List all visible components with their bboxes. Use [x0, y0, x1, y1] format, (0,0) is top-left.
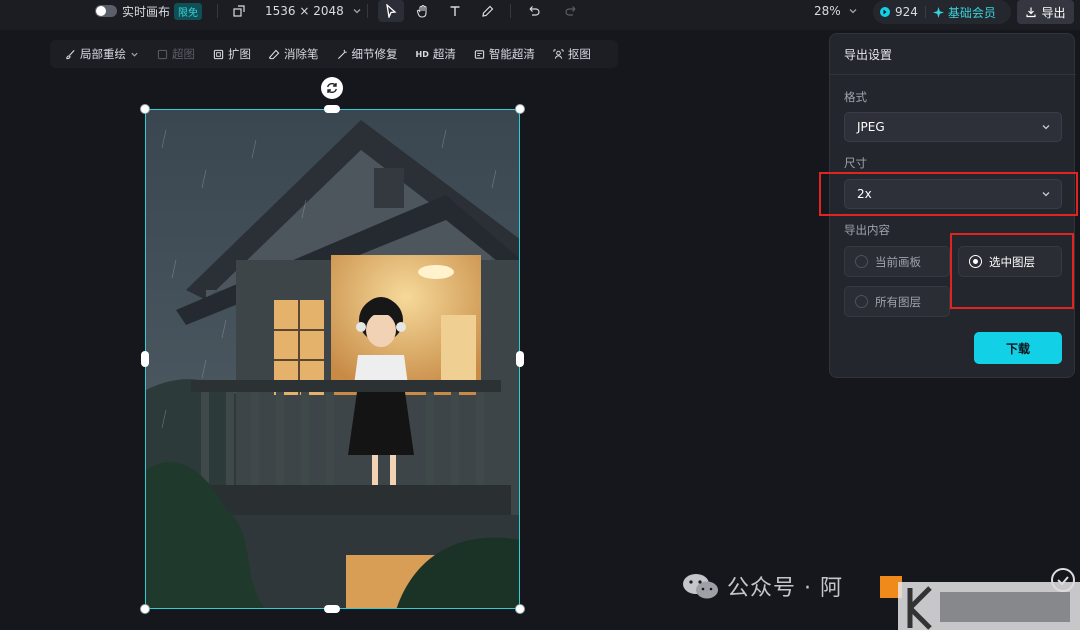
- resize-handle-bottom-right[interactable]: [515, 604, 525, 614]
- anime-house-illustration: [146, 110, 519, 608]
- option-label: 当前画板: [875, 254, 921, 269]
- redo-icon: [564, 6, 575, 16]
- inpaint-tool[interactable]: 局部重绘: [56, 40, 148, 68]
- format-select[interactable]: JPEG: [844, 112, 1062, 142]
- zoom-value: 28%: [814, 4, 841, 18]
- undo-icon: [529, 6, 540, 16]
- outpaint-tool[interactable]: 扩图: [204, 40, 260, 68]
- tool-label: 超图: [172, 47, 195, 61]
- select-tool[interactable]: [378, 0, 404, 22]
- layered-tool[interactable]: 超图: [148, 40, 204, 68]
- credits-button[interactable]: 924: [879, 5, 918, 19]
- sparkle-icon: [932, 6, 944, 18]
- divider: [830, 74, 1076, 75]
- redo-button[interactable]: [558, 0, 584, 22]
- text-tool[interactable]: [442, 0, 468, 22]
- image-tools-bar: 局部重绘 超图 扩图 消除笔 细节修复 HD 超清 智能超清 抠图: [50, 40, 618, 68]
- download-button[interactable]: 下载: [974, 332, 1062, 364]
- smart-hd-icon: [474, 49, 485, 59]
- size-label: 尺寸: [844, 156, 867, 170]
- tool-group: [378, 0, 500, 22]
- resize-handle-left[interactable]: [141, 351, 149, 367]
- radio-button[interactable]: [855, 255, 868, 268]
- eraser-tool[interactable]: 消除笔: [260, 40, 328, 68]
- history-group: [520, 0, 584, 22]
- hand-icon: [416, 4, 427, 18]
- magic-wand-icon: [337, 49, 347, 59]
- credits-value: 924: [895, 5, 918, 19]
- format-value: JPEG: [857, 120, 885, 134]
- export-label: 导出: [1041, 5, 1066, 20]
- smart-hd-tool[interactable]: 智能超清: [465, 40, 544, 68]
- brand-logo-overlay: [880, 568, 1080, 630]
- download-icon: [1026, 7, 1037, 18]
- cursor-icon: [386, 4, 397, 18]
- watermark-text: 公众号 · 阿: [727, 576, 843, 601]
- radio-button[interactable]: [855, 295, 868, 308]
- selected-image-layer[interactable]: [145, 109, 520, 609]
- tool-label: 局部重绘: [80, 47, 126, 61]
- toggle-switch[interactable]: [95, 5, 117, 17]
- realtime-canvas-toggle[interactable]: 实时画布 限免: [95, 0, 203, 22]
- canvas-size-value: 1536 × 2048: [265, 4, 344, 18]
- divider: [217, 4, 218, 18]
- account-pill: 924 基础会员: [873, 0, 1011, 24]
- hd-tool[interactable]: HD 超清: [407, 40, 465, 68]
- chevron-down-icon: [131, 52, 138, 57]
- brush-icon: [66, 49, 75, 59]
- export-button[interactable]: 导出: [1017, 0, 1074, 24]
- chevron-down-icon: [849, 9, 857, 14]
- resize-icon: [233, 5, 245, 17]
- zoom-selector[interactable]: 28%: [814, 0, 858, 22]
- membership-label: 基础会员: [947, 5, 996, 20]
- tool-label: 扩图: [228, 47, 251, 61]
- resize-handle-bottom-left[interactable]: [140, 604, 150, 614]
- divider: [510, 4, 511, 18]
- cutout-tool[interactable]: 抠图: [544, 40, 600, 68]
- resize-handle-top-left[interactable]: [140, 104, 150, 114]
- watermark: 公众号 · 阿: [681, 570, 843, 602]
- tool-label: 智能超清: [488, 47, 535, 61]
- hd-icon: HD: [415, 49, 429, 59]
- tool-label: 超清: [432, 47, 456, 61]
- credit-coin-icon: [880, 7, 890, 17]
- option-label: 所有图层: [875, 294, 921, 309]
- wechat-icon: [683, 574, 718, 599]
- expand-icon: [213, 49, 224, 59]
- free-badge: 限免: [174, 2, 203, 20]
- tool-label: 抠图: [567, 47, 591, 61]
- highlight-box-size: [819, 172, 1078, 216]
- resize-handle-bottom[interactable]: [324, 605, 340, 613]
- resize-handle-top-right[interactable]: [515, 104, 525, 114]
- hand-tool[interactable]: [410, 0, 436, 22]
- content-label: 导出内容: [844, 223, 890, 237]
- canvas-size-selector[interactable]: 1536 × 2048: [233, 0, 362, 22]
- rotate-icon: [327, 82, 337, 94]
- undo-button[interactable]: [520, 0, 546, 22]
- option-all-layers[interactable]: 所有图层: [844, 286, 950, 317]
- text-icon: [450, 6, 460, 16]
- rotate-handle[interactable]: [321, 77, 343, 99]
- eraser-icon: [269, 49, 280, 59]
- chevron-down-icon: [353, 9, 361, 14]
- top-toolbar: 实时画布 限免 1536 × 2048 28% 924 基础会员 导出: [0, 0, 1080, 30]
- option-current-artboard[interactable]: 当前画板: [844, 246, 950, 277]
- detail-repair-tool[interactable]: 细节修复: [328, 40, 407, 68]
- panel-title: 导出设置: [844, 48, 893, 62]
- tool-label: 消除笔: [284, 47, 319, 61]
- format-label: 格式: [844, 90, 867, 104]
- cutout-icon: [553, 48, 564, 59]
- divider: [924, 6, 926, 18]
- membership-button[interactable]: 基础会员: [932, 4, 996, 21]
- chevron-down-icon: [1042, 125, 1050, 130]
- divider: [367, 4, 368, 18]
- highlight-box-selected-layers: [950, 233, 1074, 309]
- pen-icon: [481, 5, 493, 17]
- resize-handle-right[interactable]: [516, 351, 524, 367]
- layers-icon: [157, 49, 168, 59]
- pen-tool[interactable]: [474, 0, 500, 22]
- tool-label: 细节修复: [351, 47, 398, 61]
- realtime-label: 实时画布: [122, 4, 171, 19]
- resize-handle-top[interactable]: [324, 105, 340, 113]
